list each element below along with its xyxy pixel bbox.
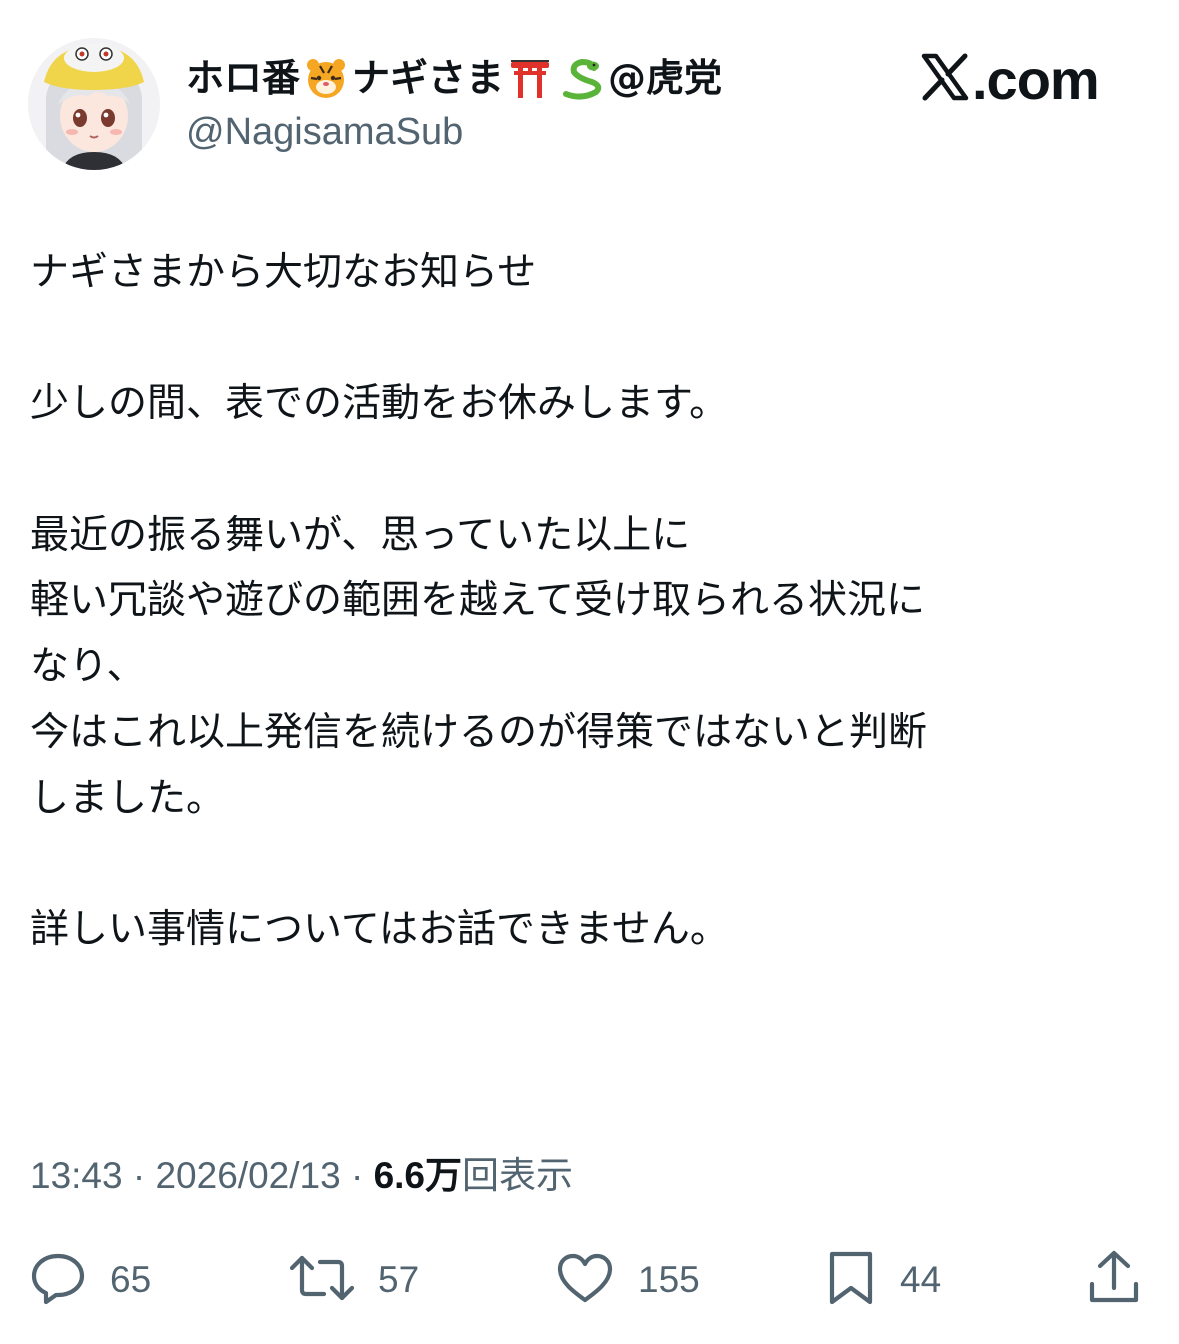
tiger-face-icon <box>304 56 348 100</box>
like-count: 155 <box>638 1259 700 1300</box>
avatar[interactable] <box>28 38 160 170</box>
share-button[interactable] <box>1084 1240 1144 1320</box>
view-count-man: 万 <box>425 1155 462 1196</box>
body-line: 詳しい事情についてはお話できません。 <box>30 906 729 952</box>
like-icon <box>554 1248 616 1312</box>
view-count[interactable]: 6.6万回表示 <box>374 1155 573 1196</box>
body-line: 軽い冗談や遊びの範囲を越えて受け取られる状況に <box>30 578 926 624</box>
reply-button[interactable]: 65 <box>28 1240 151 1320</box>
meta-separator: · <box>132 1155 146 1196</box>
user-handle[interactable]: @NagisamaSub <box>186 106 463 158</box>
body-line: 最近の振る舞いが、思っていた以上に <box>30 512 691 558</box>
snake-icon <box>560 56 604 100</box>
post-date[interactable]: 2026/02/13 <box>155 1155 340 1196</box>
display-name-part1: ホロ番 <box>186 56 301 100</box>
meta-separator: · <box>350 1155 364 1196</box>
brand-logo: .com <box>920 44 1100 114</box>
body-line: しました。 <box>30 775 226 821</box>
body-line: 今はこれ以上発信を続けるのが得策ではないと判断 <box>30 709 928 755</box>
display-name[interactable]: ホロ番 ナギさま @虎党 <box>186 50 722 106</box>
x-logo-icon <box>920 52 970 106</box>
brand-domain: .com <box>972 47 1100 111</box>
torii-gate-icon <box>508 56 552 100</box>
post-meta: 13:43 · 2026/02/13 · 6.6万回表示 <box>30 1148 573 1204</box>
reply-icon <box>28 1248 88 1312</box>
body-line: 少しの間、表での活動をお休みします。 <box>30 381 729 427</box>
bookmark-icon <box>824 1248 878 1312</box>
view-count-label: 回表示 <box>462 1155 573 1196</box>
repost-icon <box>288 1248 356 1312</box>
display-name-part3: @虎党 <box>608 56 723 100</box>
bookmark-button[interactable]: 44 <box>824 1240 941 1320</box>
post-body: ナギさまから大切なお知らせ 少しの間、表での活動をお休みします。 最近の振る舞い… <box>30 240 1150 963</box>
action-bar: 65 57 155 44 <box>0 1240 1179 1320</box>
bookmark-count: 44 <box>900 1259 942 1300</box>
repost-button[interactable]: 57 <box>288 1240 419 1320</box>
repost-count: 57 <box>378 1259 420 1300</box>
view-count-value: 6.6 <box>373 1155 425 1196</box>
like-button[interactable]: 155 <box>554 1240 700 1320</box>
reply-count: 65 <box>110 1259 152 1300</box>
display-name-part2: ナギさま <box>352 56 505 100</box>
post-header: ホロ番 ナギさま @虎党 @NagisamaSub .com <box>0 0 1179 200</box>
body-line: なり、 <box>30 644 146 690</box>
share-icon <box>1084 1248 1144 1312</box>
post-time[interactable]: 13:43 <box>30 1155 123 1196</box>
body-line: ナギさまから大切なお知らせ <box>30 250 537 295</box>
